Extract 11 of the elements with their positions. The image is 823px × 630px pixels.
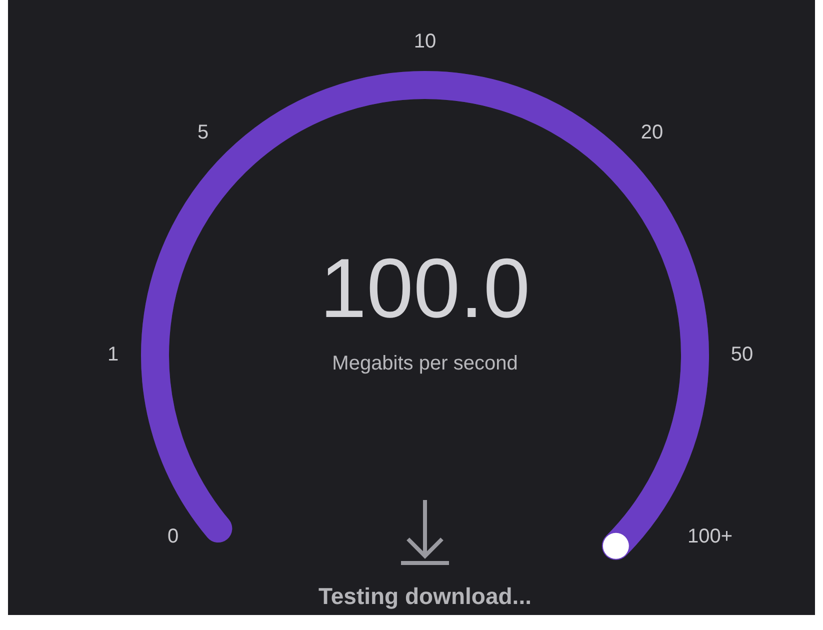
scale-label: 5 — [197, 121, 209, 144]
speed-reading: 100.0 — [320, 241, 530, 336]
scale-label: 10 — [414, 30, 436, 52]
scale-label: 20 — [640, 121, 664, 144]
download-icon — [401, 500, 449, 565]
status-text: Testing download... — [318, 583, 532, 610]
unit-label: Megabits per second — [332, 352, 518, 374]
scale-label: 100+ — [687, 525, 733, 548]
scale-label: 50 — [730, 343, 754, 366]
scale-label: 0 — [167, 525, 179, 548]
scale-label: 1 — [107, 343, 119, 366]
